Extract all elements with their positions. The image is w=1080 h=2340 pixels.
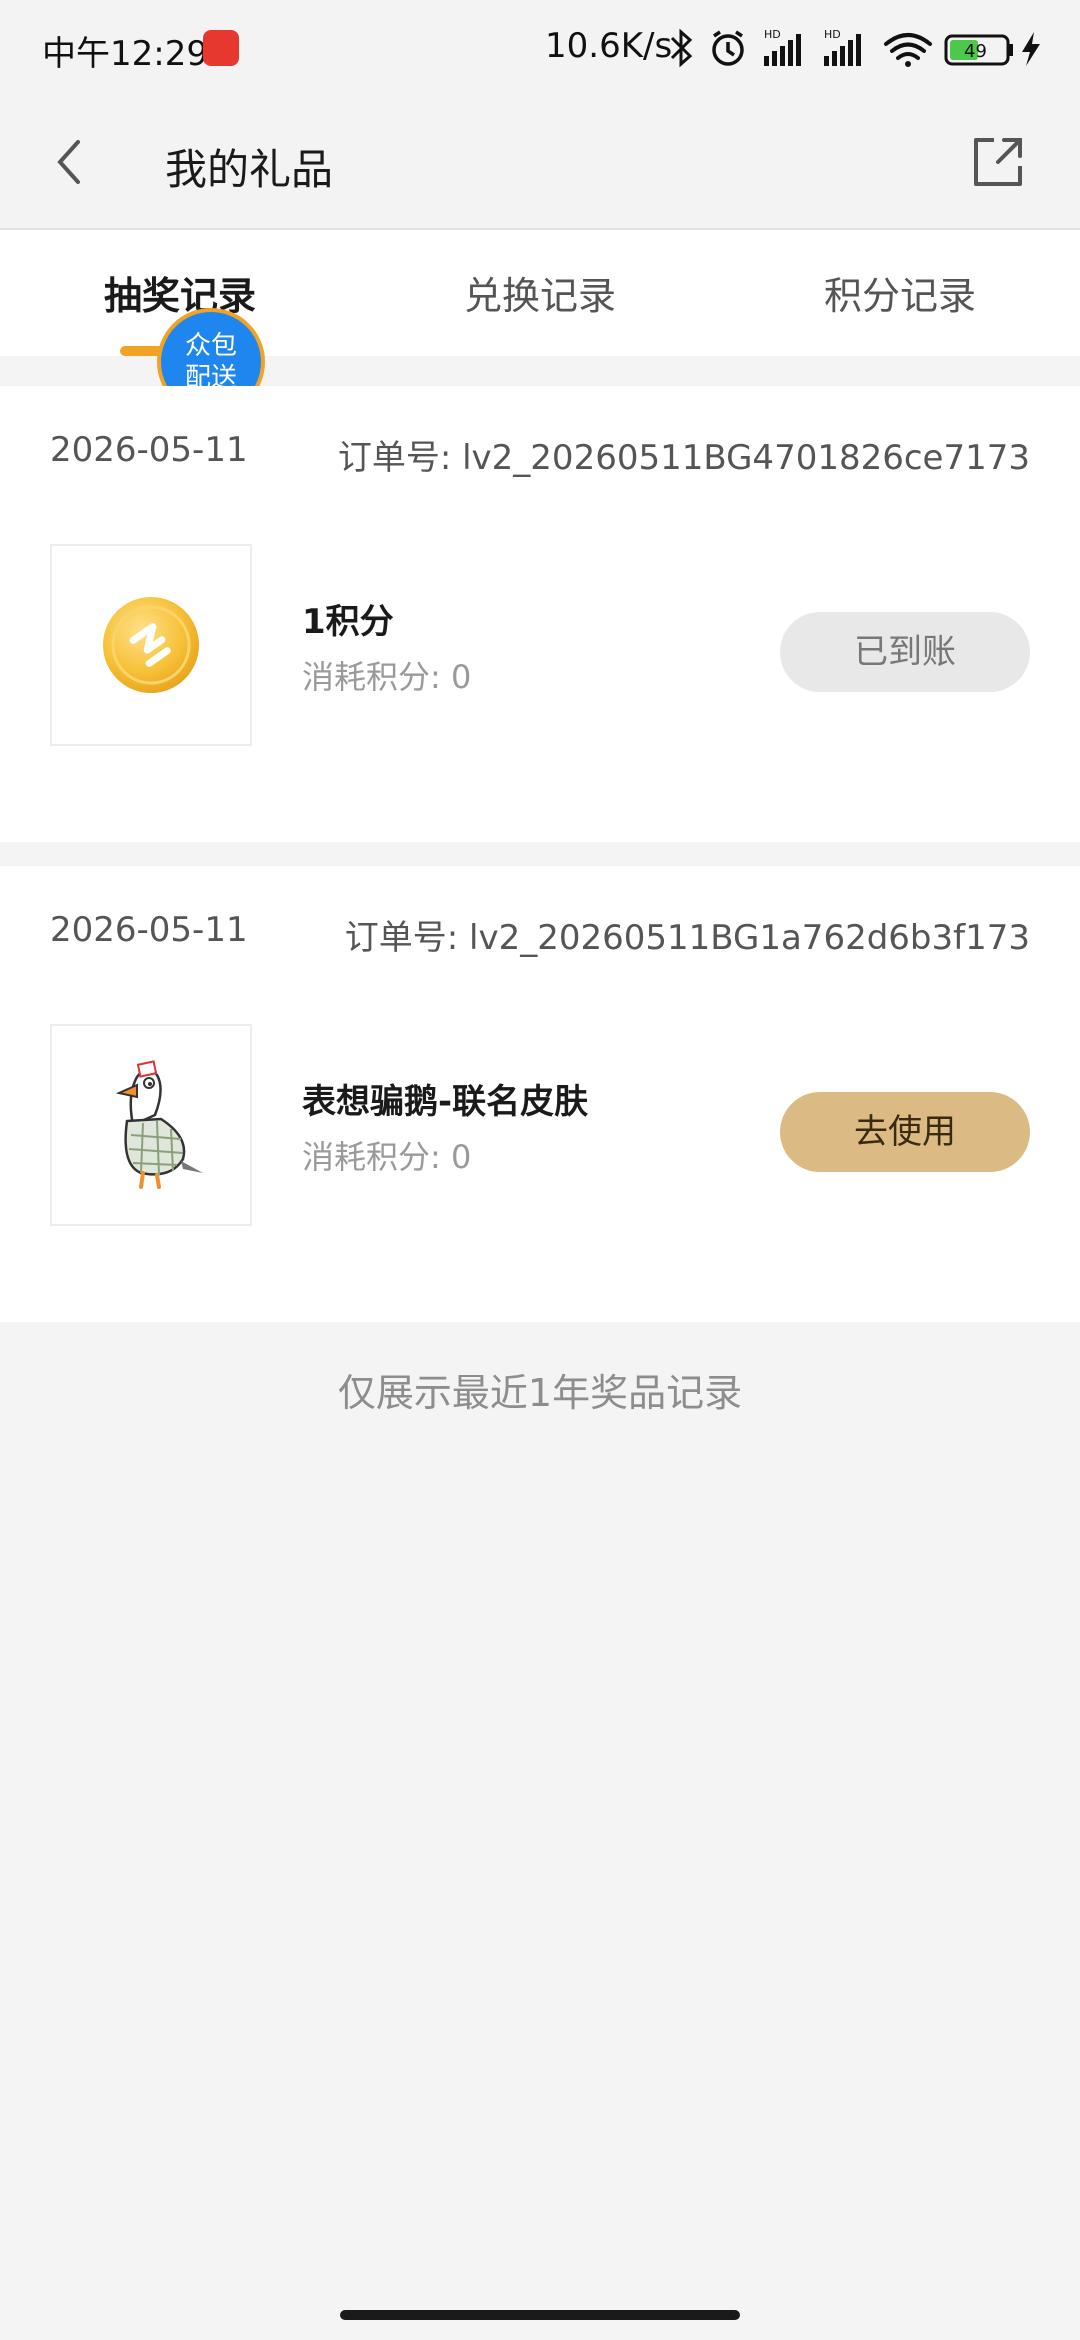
record-prize-name: 1积分: [302, 602, 394, 642]
record-points-cost: 消耗积分: 0: [302, 1138, 472, 1176]
records-footer-note: 仅展示最近1年奖品记录: [337, 1371, 743, 1415]
wifi-icon: [884, 33, 932, 67]
status-icons: HD HD 49: [670, 28, 1040, 68]
tab-exchange-records[interactable]: 兑换记录: [360, 265, 720, 320]
use-button[interactable]: 去使用: [780, 1092, 1030, 1172]
svg-text:HD: HD: [764, 28, 781, 41]
goose-illustration: [115, 1060, 203, 1189]
share-external-icon[interactable]: [968, 132, 1028, 192]
home-indicator[interactable]: [340, 2310, 740, 2320]
signal-hd-icon: HD: [764, 28, 801, 66]
badge-line1: 众包: [184, 331, 237, 361]
received-button: 已到账: [780, 612, 1030, 692]
battery-icon: 49: [944, 34, 1013, 66]
svg-text:HD: HD: [824, 28, 841, 41]
navigation-bar: 我的礼品: [0, 96, 1080, 230]
record-points-cost: 消耗积分: 0: [302, 658, 472, 696]
record-order-number: 订单号: lv2_20260511BG1a762d6b3f173: [344, 918, 1030, 958]
record-date: 2026-05-11: [50, 910, 248, 950]
tab-lottery-records[interactable]: 抽奖记录: [0, 265, 360, 320]
network-speed: 10.6K/s: [545, 26, 673, 66]
record-order-number: 订单号: lv2_20260511BG4701826ce7173: [337, 438, 1030, 478]
record-thumbnail: [50, 544, 252, 746]
record-date: 2026-05-11: [50, 430, 248, 470]
tab-points-records[interactable]: 积分记录: [720, 265, 1080, 320]
alarm-icon: [712, 30, 744, 66]
record-card: 2026-05-11 订单号: lv2_20260511BG1a762d6b3f…: [0, 866, 1080, 1322]
back-icon[interactable]: [48, 132, 96, 192]
charging-icon: [1022, 32, 1040, 66]
bluetooth-icon: [670, 28, 693, 68]
record-card: 2026-05-11 订单号: lv2_20260511BG4701826ce7…: [0, 386, 1080, 842]
status-time: 中午12:29: [42, 34, 208, 74]
svg-text:49: 49: [964, 41, 987, 62]
signal-hd-icon: HD: [824, 28, 861, 66]
page: 中午12:29 10.6K/s HD HD 49 我的礼品 抽奖记录 兑换记录 …: [0, 0, 1080, 2340]
app-notification-icon: [203, 30, 239, 66]
record-thumbnail: [50, 1024, 252, 1226]
gold-coin-icon: [103, 597, 199, 693]
status-bar: 中午12:29 10.6K/s HD HD 49: [0, 0, 1080, 96]
page-title: 我的礼品: [165, 145, 334, 194]
record-prize-name: 表想骗鹅-联名皮肤: [302, 1082, 589, 1122]
